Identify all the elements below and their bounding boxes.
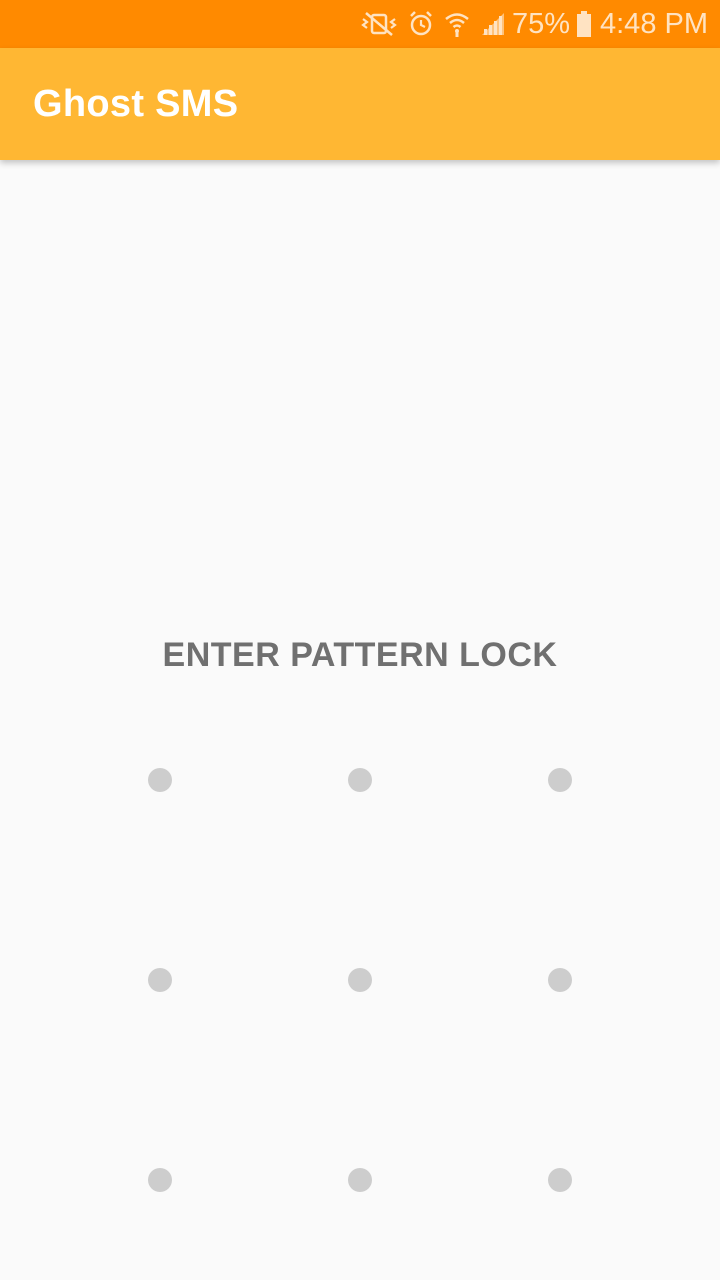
pattern-dot-2[interactable] bbox=[260, 680, 460, 880]
vibrate-off-icon bbox=[360, 10, 398, 38]
battery-percent: 75% bbox=[511, 7, 570, 40]
status-clock: 4:48 PM bbox=[600, 7, 708, 40]
pattern-dot-marker bbox=[548, 768, 572, 792]
pattern-dot-4[interactable] bbox=[60, 880, 260, 1080]
wifi-icon bbox=[444, 10, 470, 38]
pattern-dot-marker bbox=[148, 768, 172, 792]
pattern-dot-9[interactable] bbox=[460, 1080, 660, 1280]
battery-icon bbox=[576, 11, 592, 37]
pattern-dot-marker bbox=[548, 968, 572, 992]
app-bar: Ghost SMS bbox=[0, 48, 720, 160]
pattern-dot-3[interactable] bbox=[460, 680, 660, 880]
pattern-dot-5[interactable] bbox=[260, 880, 460, 1080]
pattern-dot-marker bbox=[148, 968, 172, 992]
pattern-lock-grid[interactable] bbox=[60, 680, 660, 1280]
pattern-dot-marker bbox=[548, 1168, 572, 1192]
pattern-dot-1[interactable] bbox=[60, 680, 260, 880]
pattern-lock-title: ENTER PATTERN LOCK bbox=[162, 636, 558, 674]
pattern-dot-marker bbox=[148, 1168, 172, 1192]
pattern-dot-marker bbox=[348, 1168, 372, 1192]
pattern-dot-7[interactable] bbox=[60, 1080, 260, 1280]
pattern-dot-marker bbox=[348, 968, 372, 992]
app-title: Ghost SMS bbox=[33, 82, 239, 125]
signal-icon bbox=[480, 11, 506, 37]
pattern-dot-8[interactable] bbox=[260, 1080, 460, 1280]
alarm-icon bbox=[408, 10, 434, 38]
pattern-dot-6[interactable] bbox=[460, 880, 660, 1080]
status-bar: 75% 4:48 PM bbox=[0, 0, 720, 48]
pattern-dot-marker bbox=[348, 768, 372, 792]
